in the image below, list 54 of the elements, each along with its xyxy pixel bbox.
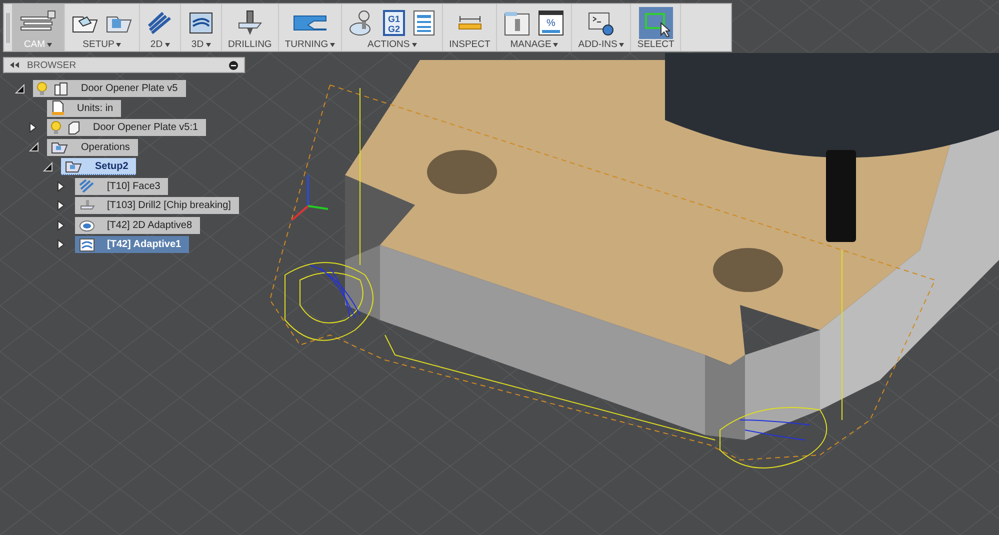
collapse-icon[interactable] xyxy=(10,62,19,68)
document-icon[interactable]: G1 G2 xyxy=(382,9,406,37)
caret-icon[interactable] xyxy=(164,42,170,46)
browser-title: BROWSER xyxy=(27,60,78,70)
expand-icon[interactable] xyxy=(57,180,65,192)
caret-icon[interactable] xyxy=(330,42,336,46)
toolbar-label[interactable]: TURNING xyxy=(284,39,328,50)
toolbar-label[interactable]: SELECT xyxy=(637,39,674,50)
toolpath-icon[interactable] xyxy=(146,10,174,36)
folder-icon xyxy=(51,140,69,154)
document-icon[interactable] xyxy=(412,9,436,37)
caret-icon[interactable] xyxy=(116,42,122,46)
caret-icon[interactable] xyxy=(553,42,558,46)
minus-icon[interactable] xyxy=(229,60,238,70)
tree-item[interactable]: [T103] Drill2 [Chip breaking] xyxy=(75,197,239,214)
percent-icon[interactable]: % xyxy=(537,9,566,37)
document-icon xyxy=(53,80,69,97)
toolpath-icon xyxy=(79,218,95,232)
toolbar-label[interactable]: MANAGE xyxy=(510,39,552,50)
expanded-icon[interactable] xyxy=(29,142,39,152)
caret-icon[interactable] xyxy=(619,42,624,46)
toolpath-icon xyxy=(79,238,95,252)
toolbar-label[interactable]: 2D xyxy=(150,39,163,50)
tree-item[interactable]: [T42] Adaptive1 xyxy=(75,236,190,254)
caret-icon[interactable] xyxy=(206,42,211,46)
expand-icon[interactable] xyxy=(57,239,65,250)
cube-icon xyxy=(67,120,81,135)
axis-triad-icon xyxy=(291,175,328,221)
expanded-icon[interactable] xyxy=(15,84,25,94)
tree-item[interactable]: Door Opener Plate v5 xyxy=(33,80,186,98)
toolbar-label[interactable]: 3D xyxy=(191,39,204,50)
toolbar-label[interactable]: ADD-INS xyxy=(578,39,618,50)
expand-icon[interactable] xyxy=(57,200,65,212)
toolbar-label[interactable]: DRILLING xyxy=(228,39,272,50)
caret-icon[interactable] xyxy=(47,42,52,46)
caret-icon[interactable] xyxy=(412,42,417,46)
toolpath-icon xyxy=(79,179,95,194)
tree-item[interactable]: Units: in xyxy=(47,100,122,117)
toolbar-label[interactable]: SETUP xyxy=(82,39,114,50)
toolpath-icon[interactable] xyxy=(187,10,215,36)
tree-item[interactable]: [T42] 2D Adaptive8 xyxy=(75,216,200,234)
grip-icon[interactable] xyxy=(6,12,10,42)
folder-icon xyxy=(65,159,83,174)
toolbar-label[interactable]: INSPECT xyxy=(449,39,490,50)
expand-icon[interactable] xyxy=(57,220,65,231)
tree-item[interactable]: Door Opener Plate v5:1 xyxy=(47,119,206,136)
toolbar-label[interactable]: ACTIONS xyxy=(367,39,410,50)
drill-icon[interactable] xyxy=(236,9,264,37)
tree-item[interactable]: Operations xyxy=(47,138,138,156)
tree-item[interactable]: Setup2 xyxy=(61,158,136,176)
expanded-icon[interactable] xyxy=(43,162,53,172)
tree-item[interactable]: [T10] Face3 xyxy=(75,178,168,195)
expand-icon[interactable] xyxy=(29,122,37,134)
document-icon xyxy=(51,100,65,116)
